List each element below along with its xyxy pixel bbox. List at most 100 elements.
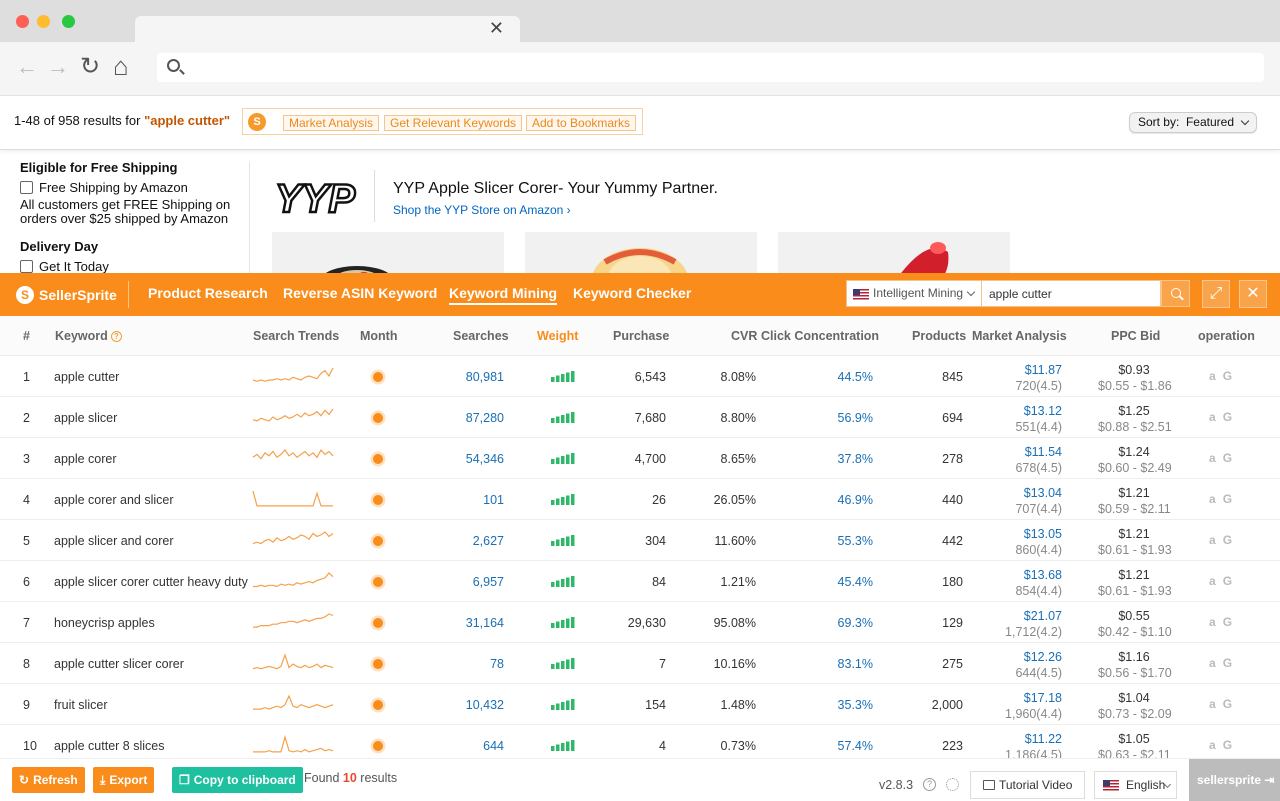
row-keyword[interactable]: apple cutter 8 slices xyxy=(54,739,164,753)
table-row[interactable]: 10 apple cutter 8 slices 644 4 0.73% 57.4% 223… xyxy=(0,725,1280,758)
table-row[interactable]: 1 apple cutter 80,981 6,543 8.08% 44.5% 845 $11… xyxy=(0,356,1280,397)
forward-arrow-icon[interactable]: → xyxy=(47,56,69,78)
row-click-concentration[interactable]: 69.3% xyxy=(838,616,873,630)
search-trend-sparkline[interactable] xyxy=(252,530,334,550)
help-icon[interactable]: ? xyxy=(110,331,122,342)
back-arrow-icon[interactable]: ← xyxy=(16,56,38,78)
search-trend-sparkline[interactable] xyxy=(252,448,334,468)
row-click-concentration[interactable]: 46.9% xyxy=(838,493,873,507)
row-keyword[interactable]: fruit slicer xyxy=(54,698,107,712)
brand-store-link[interactable]: Shop the YYP Store on Amazon › xyxy=(393,203,571,217)
table-row[interactable]: 3 apple corer 54,346 4,700 8.65% 37.8% 278 $11.… xyxy=(0,438,1280,479)
row-click-concentration[interactable]: 83.1% xyxy=(838,657,873,671)
market-analysis-chip[interactable]: Market Analysis xyxy=(283,115,380,131)
sort-dropdown[interactable]: Sort by: Featured xyxy=(1128,112,1257,133)
amazon-icon[interactable]: a xyxy=(1209,492,1216,506)
google-icon[interactable]: G xyxy=(1223,574,1232,588)
sellersprite-brand[interactable]: S SellerSprite xyxy=(16,284,117,306)
row-click-concentration[interactable]: 56.9% xyxy=(838,411,873,425)
search-trend-sparkline[interactable] xyxy=(252,366,334,386)
mining-mode-select[interactable]: Intelligent Mining xyxy=(846,280,982,307)
search-trend-sparkline[interactable] xyxy=(252,694,334,714)
amazon-icon[interactable]: a xyxy=(1209,451,1216,465)
table-row[interactable]: 5 apple slicer and corer 2,627 304 11.60% 55.… xyxy=(0,520,1280,561)
google-icon[interactable]: G xyxy=(1223,451,1232,465)
keyword-search-input[interactable] xyxy=(982,280,1161,307)
row-keyword[interactable]: apple cutter xyxy=(54,370,119,384)
nav-product-research[interactable]: Product Research xyxy=(148,285,268,301)
row-searches[interactable]: 6,957 xyxy=(473,575,504,589)
row-price[interactable]: $17.18 xyxy=(1005,690,1062,706)
reload-icon[interactable]: ↻ xyxy=(80,55,100,79)
row-click-concentration[interactable]: 35.3% xyxy=(838,698,873,712)
amazon-icon[interactable]: a xyxy=(1209,615,1216,629)
table-row[interactable]: 9 fruit slicer 10,432 154 1.48% 35.3% 2,000 $17… xyxy=(0,684,1280,725)
search-trend-sparkline[interactable] xyxy=(252,653,334,673)
row-keyword[interactable]: apple slicer and corer xyxy=(54,534,174,548)
row-click-concentration[interactable]: 45.4% xyxy=(838,575,873,589)
product-image[interactable] xyxy=(525,232,757,273)
expand-button[interactable]: ⤢ xyxy=(1202,280,1230,308)
help-icon[interactable]: ? xyxy=(923,778,936,791)
col-keyword[interactable]: Keyword? xyxy=(55,329,122,343)
row-searches[interactable]: 2,627 xyxy=(473,534,504,548)
home-icon[interactable]: ⌂ xyxy=(113,53,129,79)
row-searches[interactable]: 10,432 xyxy=(466,698,504,712)
window-maximize-dot[interactable] xyxy=(62,15,75,28)
row-click-concentration[interactable]: 44.5% xyxy=(838,370,873,384)
row-price[interactable]: $13.05 xyxy=(1015,526,1062,542)
search-trend-sparkline[interactable] xyxy=(252,407,334,427)
google-icon[interactable]: G xyxy=(1223,656,1232,670)
relevant-keywords-chip[interactable]: Get Relevant Keywords xyxy=(384,115,523,131)
amazon-icon[interactable]: a xyxy=(1209,369,1216,383)
copy-clipboard-button[interactable]: ❐ Copy to clipboard xyxy=(172,767,303,793)
col-purchase[interactable]: Purchase xyxy=(613,329,669,343)
google-icon[interactable]: G xyxy=(1223,492,1232,506)
row-searches[interactable]: 644 xyxy=(483,739,504,753)
row-keyword[interactable]: apple corer xyxy=(54,452,117,466)
product-image[interactable] xyxy=(778,232,1010,273)
row-price[interactable]: $12.26 xyxy=(1015,649,1062,665)
row-price[interactable]: $13.12 xyxy=(1015,403,1062,419)
free-shipping-filter[interactable]: Free Shipping by Amazon xyxy=(20,180,245,195)
row-searches[interactable]: 80,981 xyxy=(466,370,504,384)
row-price[interactable]: $11.87 xyxy=(1015,362,1062,378)
browser-tab[interactable]: ✕ xyxy=(135,16,520,42)
col-products[interactable]: Products xyxy=(912,329,966,343)
row-click-concentration[interactable]: 37.8% xyxy=(838,452,873,466)
search-trend-sparkline[interactable] xyxy=(252,612,334,632)
yyp-brand-logo[interactable]: YYP xyxy=(271,166,357,226)
col-click-concentration[interactable]: Click Concentration xyxy=(761,329,879,343)
google-icon[interactable]: G xyxy=(1223,369,1232,383)
row-price[interactable]: $13.68 xyxy=(1015,567,1062,583)
table-row[interactable]: 8 apple cutter slicer corer 78 7 10.16% 83.1%… xyxy=(0,643,1280,684)
row-keyword[interactable]: apple cutter slicer corer xyxy=(54,657,184,671)
amazon-icon[interactable]: a xyxy=(1209,738,1216,752)
row-searches[interactable]: 87,280 xyxy=(466,411,504,425)
tutorial-video-button[interactable]: Tutorial Video xyxy=(970,771,1085,799)
amazon-icon[interactable]: a xyxy=(1209,533,1216,547)
window-close-dot[interactable] xyxy=(16,15,29,28)
row-searches[interactable]: 54,346 xyxy=(466,452,504,466)
add-bookmarks-chip[interactable]: Add to Bookmarks xyxy=(526,115,637,131)
search-trend-sparkline[interactable] xyxy=(252,489,334,509)
col-cvr[interactable]: CVR xyxy=(731,329,757,343)
amazon-icon[interactable]: a xyxy=(1209,574,1216,588)
refresh-button[interactable]: ↻ Refresh xyxy=(12,767,85,793)
table-row[interactable]: 4 apple corer and slicer 101 26 26.05% 46.9% 4… xyxy=(0,479,1280,520)
row-click-concentration[interactable]: 57.4% xyxy=(838,739,873,753)
row-price[interactable]: $21.07 xyxy=(1005,608,1062,624)
language-select[interactable]: English xyxy=(1094,771,1177,799)
logout-icon[interactable]: ⇥ xyxy=(1264,773,1274,787)
table-row[interactable]: 6 apple slicer corer cutter heavy duty 6,9… xyxy=(0,561,1280,602)
keyword-search-button[interactable] xyxy=(1161,280,1190,307)
col-weight[interactable]: Weight xyxy=(537,329,578,343)
amazon-icon[interactable]: a xyxy=(1209,697,1216,711)
get-it-today-filter[interactable]: Get It Today xyxy=(20,259,245,273)
row-keyword[interactable]: apple corer and slicer xyxy=(54,493,174,507)
free-shipping-checkbox[interactable] xyxy=(20,181,33,194)
account-button[interactable]: sellersprite ⇥ xyxy=(1189,759,1280,801)
row-keyword[interactable]: apple slicer corer cutter heavy duty xyxy=(54,575,248,589)
get-it-today-checkbox[interactable] xyxy=(20,260,33,273)
table-row[interactable]: 2 apple slicer 87,280 7,680 8.80% 56.9% 694 $13… xyxy=(0,397,1280,438)
